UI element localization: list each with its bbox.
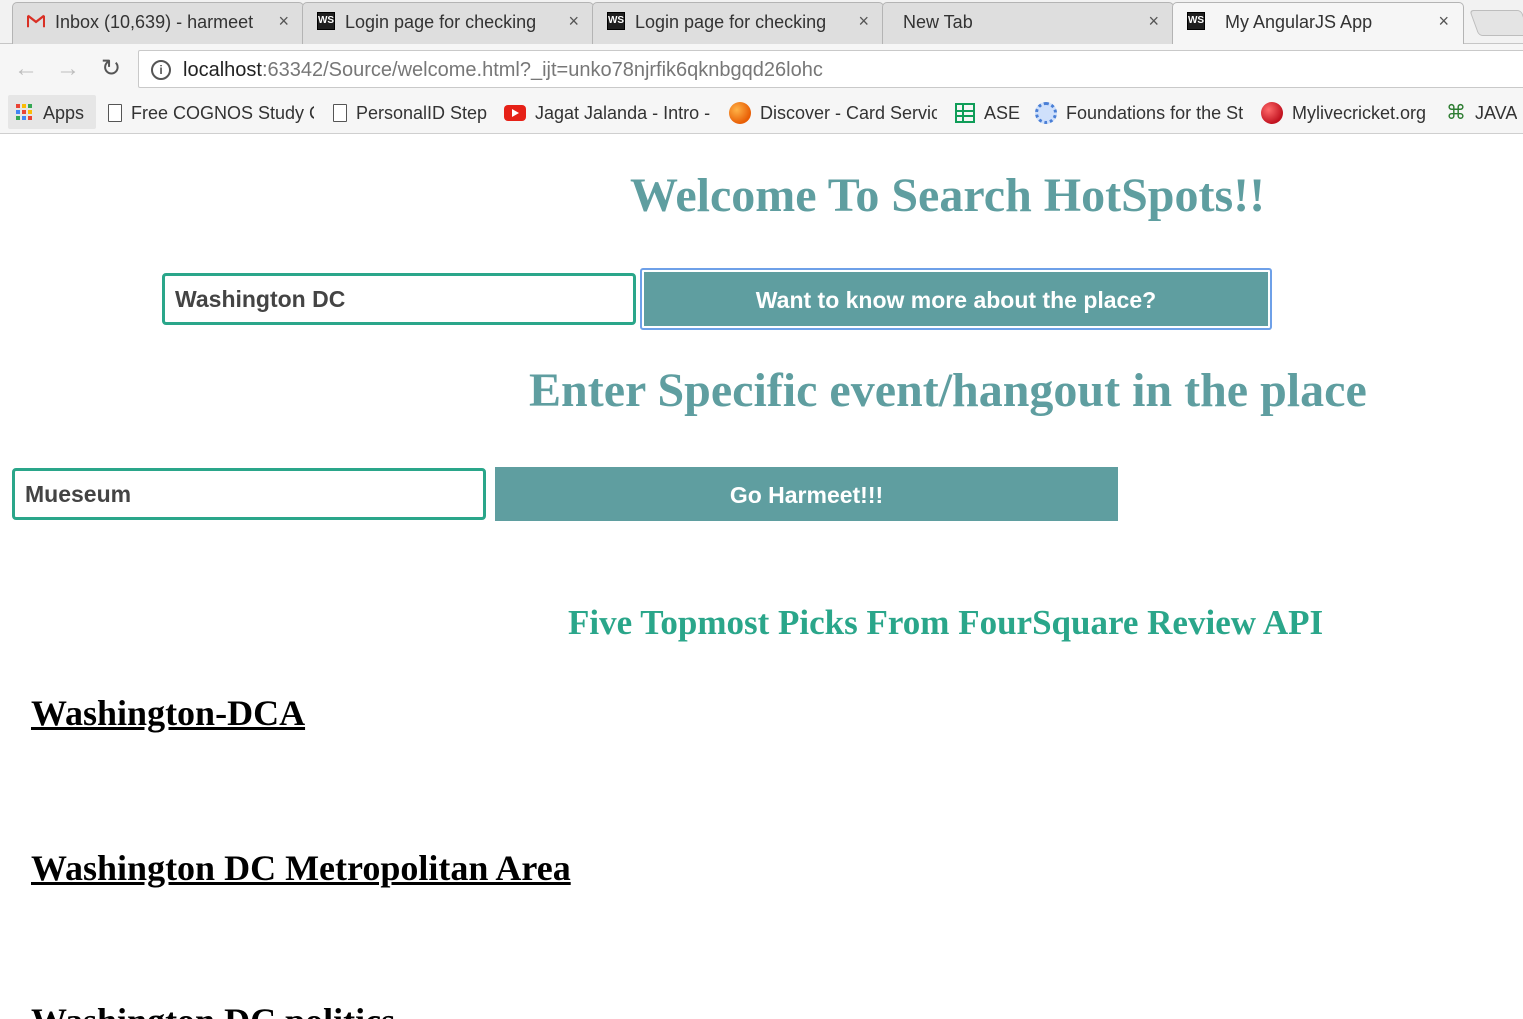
welcome-title: Welcome To Search HotSpots!! <box>630 169 1266 222</box>
tab-title: Login page for checking <box>635 12 827 32</box>
tab-title: Inbox (10,639) - harmeet <box>55 12 253 32</box>
close-icon[interactable]: × <box>1438 11 1449 32</box>
tab-strip: Inbox (10,639) - harmeet × WS Login page… <box>0 0 1523 44</box>
foundations-icon <box>1035 102 1057 124</box>
page-icon <box>333 104 347 122</box>
know-more-button-focus-ring: Want to know more about the place? <box>640 268 1272 330</box>
tab-new-tab[interactable]: New Tab × <box>882 2 1174 44</box>
bookmark-label: JAVA <box>1475 102 1518 123</box>
bookmark-label: Apps <box>43 102 85 123</box>
close-icon[interactable]: × <box>278 11 289 32</box>
info-icon[interactable]: i <box>151 60 171 80</box>
picks-title: Five Topmost Picks From FourSquare Revie… <box>568 603 1324 642</box>
result-link[interactable]: Washington DC Metropolitan Area <box>31 847 571 889</box>
bookmark-jagat-jalanda[interactable]: Jagat Jalanda - Intro - <box>504 101 710 125</box>
bookmark-label: Free COGNOS Study C <box>131 102 314 123</box>
go-button[interactable]: Go Harmeet!!! <box>495 467 1118 521</box>
bookmark-free-cognos[interactable]: Free COGNOS Study C <box>108 101 314 125</box>
bookmark-label: ASE <box>984 102 1021 123</box>
tab-title: New Tab <box>903 12 973 32</box>
know-more-button[interactable]: Want to know more about the place? <box>644 272 1268 326</box>
bookmark-personalid-step[interactable]: PersonalID Step <box>333 101 487 125</box>
sheets-icon <box>955 103 975 123</box>
place-input[interactable] <box>162 273 636 325</box>
bookmark-foundations[interactable]: Foundations for the St <box>1035 101 1243 125</box>
url-host: localhost <box>183 59 262 81</box>
result-link[interactable]: Washington DC politics <box>31 1000 395 1019</box>
bookmark-mylivecricket[interactable]: Mylivecricket.org <box>1261 101 1426 125</box>
youtube-icon <box>504 105 526 121</box>
close-icon[interactable]: × <box>858 11 869 32</box>
tab-title: Login page for checking <box>345 12 537 32</box>
tab-my-angularjs-app[interactable]: WS My AngularJS App × <box>1172 2 1464 44</box>
bookmark-label: PersonalID Step <box>356 102 488 123</box>
close-icon[interactable]: × <box>1148 11 1159 32</box>
event-title: Enter Specific event/hangout in the plac… <box>529 364 1367 417</box>
tab-gmail-inbox[interactable]: Inbox (10,639) - harmeet × <box>12 2 304 44</box>
ws-icon: WS <box>607 12 625 30</box>
result-link[interactable]: Washington-DCA <box>31 692 305 734</box>
gmail-icon <box>27 12 45 30</box>
url-path: :63342/Source/welcome.html?_ijt=unko78nj… <box>261 59 823 81</box>
reload-icon[interactable]: ↻ <box>97 56 125 84</box>
apps-grid-icon <box>16 104 34 122</box>
ws-icon: WS <box>317 12 335 30</box>
bookmark-apps[interactable]: Apps <box>16 101 84 125</box>
page-icon <box>108 104 122 122</box>
bookmark-discover[interactable]: Discover - Card Servic <box>729 101 937 125</box>
bookmark-label: Discover - Card Servic <box>760 102 937 123</box>
discover-icon <box>729 102 751 124</box>
cricket-icon <box>1261 102 1283 124</box>
tab-title: My AngularJS App <box>1225 12 1373 32</box>
tab-login-page-1[interactable]: WS Login page for checking × <box>302 2 594 44</box>
browser-toolbar: ← → ↻ i localhost:63342/Source/welcome.h… <box>0 44 1523 92</box>
forward-arrow-icon[interactable]: → <box>54 56 82 84</box>
back-arrow-icon[interactable]: ← <box>12 56 40 84</box>
java-icon: ⌘ <box>1446 102 1466 124</box>
close-icon[interactable]: × <box>568 11 579 32</box>
event-input[interactable] <box>12 468 486 520</box>
address-bar[interactable]: i localhost:63342/Source/welcome.html?_i… <box>138 50 1523 88</box>
bookmark-label: Foundations for the St <box>1066 102 1243 123</box>
page-content: Welcome To Search HotSpots!! Want to kno… <box>0 135 1523 1019</box>
bookmarks-bar: Apps Free COGNOS Study C PersonalID Step… <box>0 92 1523 134</box>
url-text[interactable]: localhost:63342/Source/welcome.html?_ijt… <box>183 59 823 82</box>
bookmark-java[interactable]: ⌘ JAVA <box>1446 101 1517 125</box>
bookmark-label: Mylivecricket.org <box>1292 102 1427 123</box>
bookmark-ase[interactable]: ASE <box>955 101 1020 125</box>
tab-login-page-2[interactable]: WS Login page for checking × <box>592 2 884 44</box>
new-tab-button[interactable] <box>1469 10 1523 36</box>
bookmark-label: Jagat Jalanda - Intro - <box>535 102 710 123</box>
ws-icon: WS <box>1187 12 1205 30</box>
